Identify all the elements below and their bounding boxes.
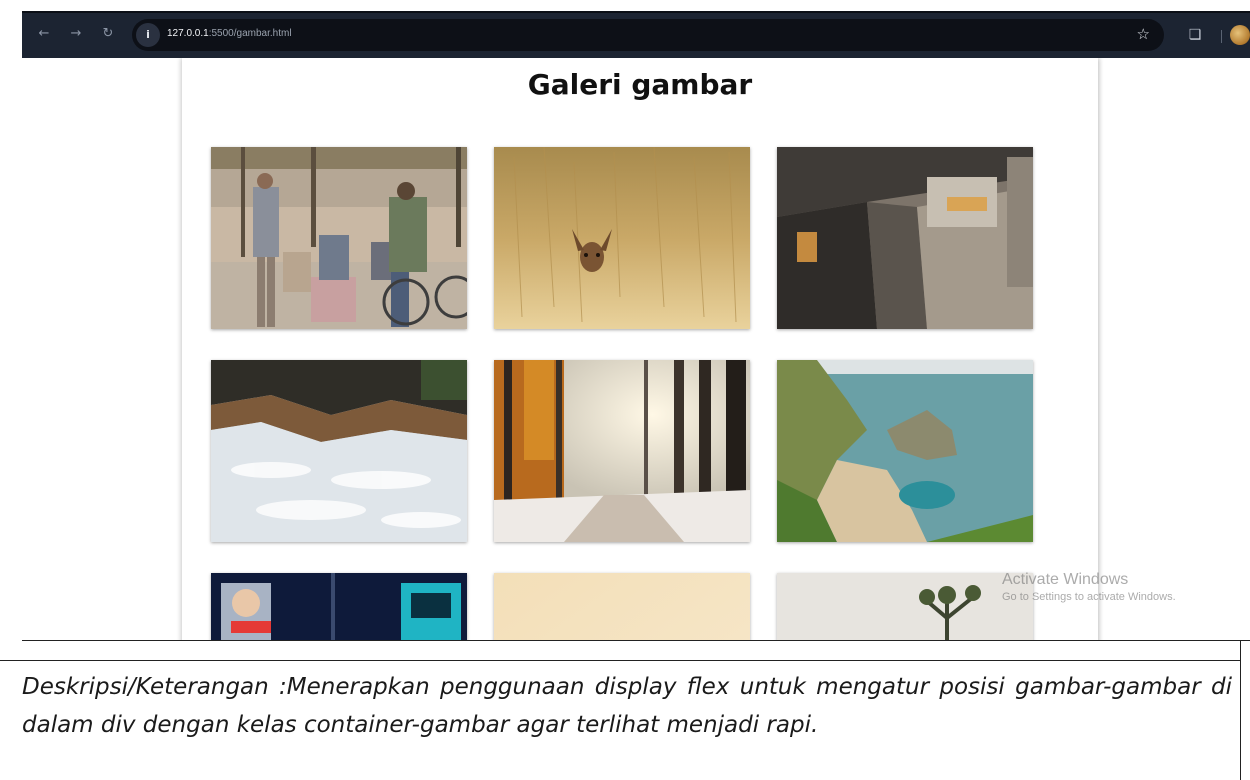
windows-activation-watermark: Activate Windows Go to Settings to activ… [1002, 571, 1176, 603]
table-border-top [22, 640, 1250, 641]
browser-toolbar: ← → ↻ i 127.0.0.1:5500/gambar.html ☆ ❏ [22, 11, 1250, 58]
gallery-image-coastal-cliffs [777, 360, 1033, 542]
gallery-image-concrete-corridor [777, 147, 1033, 329]
back-arrow-icon[interactable]: ← [34, 24, 54, 44]
bookmark-star-icon[interactable]: ☆ [1137, 25, 1150, 43]
gallery-image-snowy-autumn-forest-road [494, 360, 750, 542]
gallery-image-aerial-waves [211, 360, 467, 542]
profile-avatar[interactable] [1230, 25, 1250, 45]
gallery-image-neon-city-night [211, 573, 467, 640]
toolbar-separator [1221, 30, 1222, 43]
page-viewport: Galeri gambar [22, 58, 1250, 640]
gallery-image-joshua-tree [777, 573, 1033, 640]
page-title: Galeri gambar [527, 68, 753, 101]
url-host: 127.0.0.1 [167, 28, 209, 39]
gallery-image-deer-in-wheat-field [494, 147, 750, 329]
url-path: :5500/gambar.html [208, 28, 292, 39]
table-border-right [1240, 641, 1241, 780]
description-text: Deskripsi/Keterangan :Menerapkan penggun… [22, 674, 1232, 738]
gallery-image-beige-gradient [494, 573, 750, 640]
table-border-row [0, 660, 1241, 661]
site-info-icon[interactable]: i [136, 23, 160, 47]
gallery-image-men-with-bicycles [211, 147, 467, 329]
page-container: Galeri gambar [182, 58, 1098, 640]
address-bar[interactable]: i 127.0.0.1:5500/gambar.html ☆ [132, 19, 1164, 51]
forward-arrow-icon[interactable]: → [66, 24, 86, 44]
watermark-subtitle: Go to Settings to activate Windows. [1002, 591, 1176, 603]
watermark-title: Activate Windows [1002, 571, 1129, 588]
url-text[interactable]: 127.0.0.1:5500/gambar.html [167, 28, 292, 39]
extensions-icon[interactable]: ❏ [1184, 24, 1206, 46]
reload-icon[interactable]: ↻ [98, 24, 118, 44]
